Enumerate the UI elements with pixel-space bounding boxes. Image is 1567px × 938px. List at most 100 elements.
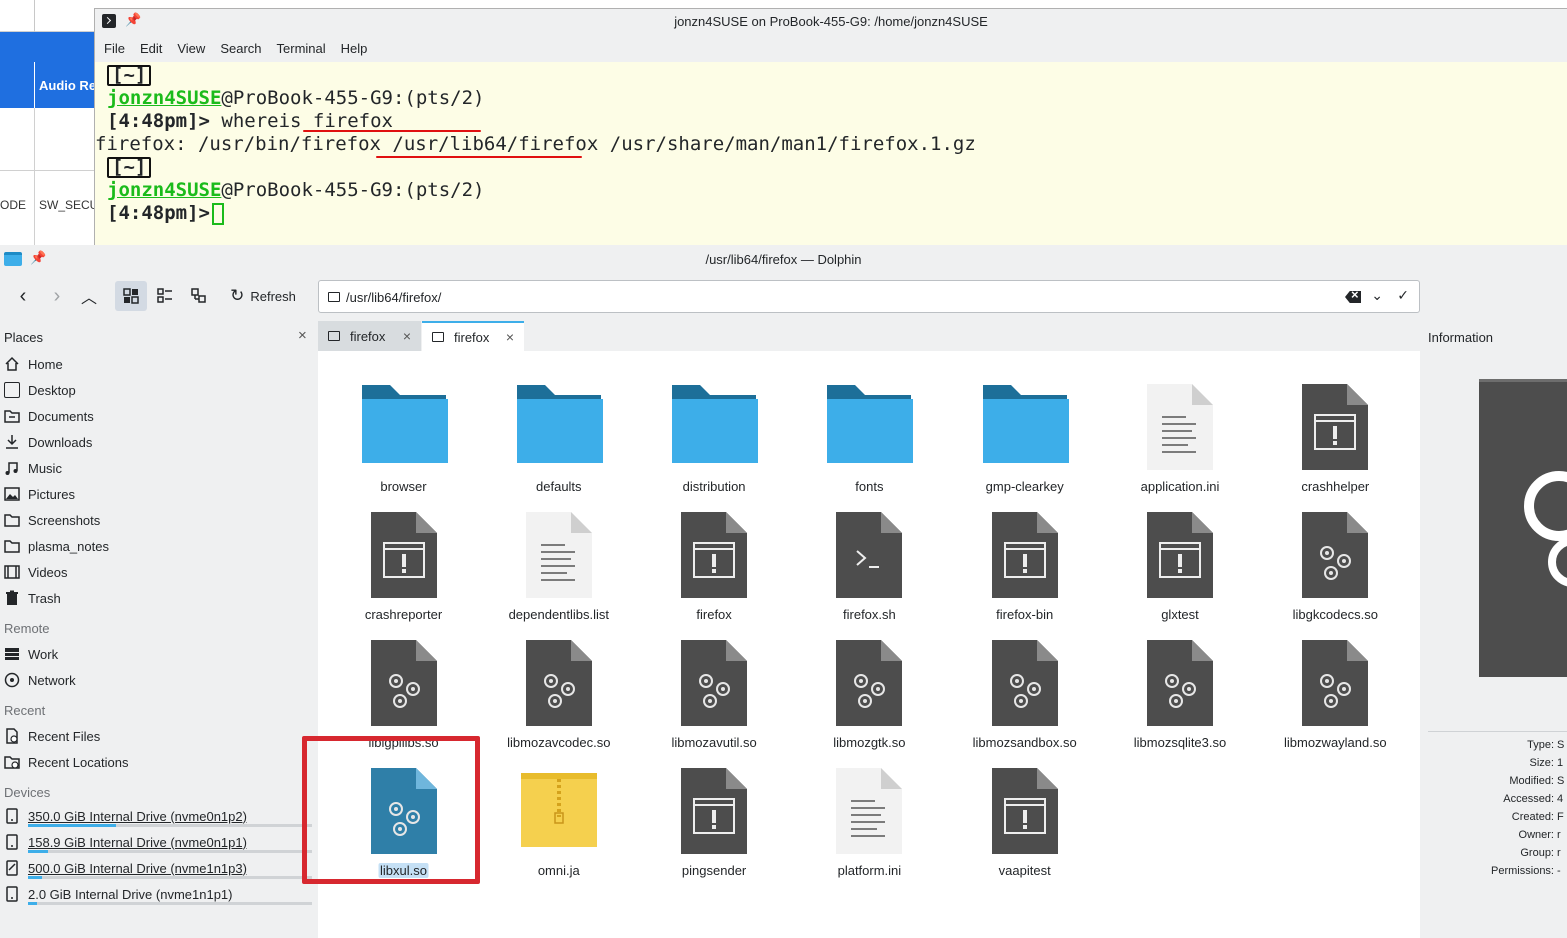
- places-item-plasma-notes[interactable]: plasma_notes: [4, 535, 109, 557]
- file-item-label: libmozsqlite3.so: [1133, 735, 1227, 750]
- recent-files-icon: [4, 728, 20, 744]
- file-item[interactable]: libmozavutil.so: [637, 623, 792, 751]
- info-field-value: 4: [1557, 793, 1564, 805]
- file-item[interactable]: libmozsandbox.so: [947, 623, 1102, 751]
- file-item[interactable]: platform.ini: [792, 751, 947, 879]
- places-item-pictures[interactable]: Pictures: [4, 483, 75, 505]
- terminal-window[interactable]: 📌 jonzn4SUSE on ProBook-455-G9: /home/jo…: [94, 8, 1567, 245]
- places-item-network[interactable]: Network: [4, 669, 76, 691]
- file-item[interactable]: dependentlibs.list: [481, 495, 636, 623]
- menu-view[interactable]: View: [177, 41, 205, 56]
- tab-firefox-2[interactable]: firefox ×: [422, 321, 524, 351]
- file-item-label: defaults: [536, 479, 582, 494]
- places-item-music[interactable]: Music: [4, 457, 62, 479]
- file-item[interactable]: defaults: [481, 367, 636, 495]
- file-item-label: vaapitest: [998, 863, 1051, 878]
- menu-edit[interactable]: Edit: [140, 41, 162, 56]
- library-icon: [525, 639, 593, 730]
- info-field-label: Group:: [1520, 847, 1554, 859]
- places-item-documents[interactable]: Documents: [4, 405, 94, 427]
- location-bar[interactable]: /usr/lib64/firefox/ ⌄ ✓: [318, 280, 1420, 313]
- close-tab-icon[interactable]: ×: [506, 329, 514, 345]
- refresh-label: Refresh: [250, 288, 296, 304]
- checkmark-icon[interactable]: ✓: [1397, 287, 1409, 304]
- dolphin-window[interactable]: 📌 /usr/lib64/firefox — Dolphin ‹ › ︿ ↻ R…: [0, 245, 1567, 938]
- prompt-user-2: jonzn4SUSE: [107, 179, 222, 201]
- file-item[interactable]: gmp-clearkey: [947, 367, 1102, 495]
- places-item-work[interactable]: Work: [4, 643, 58, 665]
- file-item[interactable]: firefox.sh: [792, 495, 947, 623]
- details-view-button[interactable]: [186, 281, 212, 311]
- archive-icon: [520, 767, 598, 854]
- file-item[interactable]: glxtest: [1103, 495, 1258, 623]
- library-icon: [1301, 511, 1369, 602]
- file-item[interactable]: firefox: [637, 495, 792, 623]
- terminal-titlebar[interactable]: 📌 jonzn4SUSE on ProBook-455-G9: /home/jo…: [95, 9, 1567, 35]
- prompt-time-2: [4:48pm]>: [107, 202, 210, 224]
- refresh-button[interactable]: ↻ Refresh: [226, 281, 300, 311]
- file-item[interactable]: libmozgtk.so: [792, 623, 947, 751]
- file-item[interactable]: crashhelper: [1258, 367, 1413, 495]
- places-item-desktop[interactable]: Desktop: [4, 379, 76, 401]
- file-item[interactable]: vaapitest: [947, 751, 1102, 879]
- tab-firefox-1[interactable]: firefox ×: [318, 321, 421, 351]
- annotation-underline-command: [303, 130, 481, 132]
- menu-terminal[interactable]: Terminal: [277, 41, 326, 56]
- menu-help[interactable]: Help: [341, 41, 368, 56]
- file-item[interactable]: libmozsqlite3.so: [1103, 623, 1258, 751]
- compact-view-button[interactable]: [152, 281, 178, 311]
- close-tab-icon[interactable]: ×: [403, 328, 411, 344]
- menu-file[interactable]: File: [104, 41, 125, 56]
- places-item-downloads[interactable]: Downloads: [4, 431, 92, 453]
- clear-icon[interactable]: [1345, 291, 1361, 303]
- terminal-menubar: File Edit View Search Terminal Help: [95, 35, 1567, 62]
- annotation-highlight-box: [302, 736, 480, 884]
- file-item[interactable]: pingsender: [637, 751, 792, 879]
- compact-view-icon: [157, 288, 172, 303]
- places-item-trash[interactable]: Trash: [4, 587, 61, 609]
- file-item-label: platform.ini: [837, 863, 902, 878]
- dolphin-title: /usr/lib64/firefox — Dolphin: [705, 252, 862, 267]
- file-item[interactable]: browser: [326, 367, 481, 495]
- icons-view-button[interactable]: [115, 281, 147, 311]
- file-item-label: libmozgtk.so: [833, 735, 906, 750]
- places-item-screenshots[interactable]: Screenshots: [4, 509, 100, 531]
- dolphin-toolbar: ‹ › ︿ ↻ Refresh /usr/lib64/firefox/ ⌄ ✓: [0, 273, 1567, 319]
- file-item-label: libmozavcodec.so: [507, 735, 611, 750]
- back-button[interactable]: ‹: [10, 281, 36, 311]
- file-item[interactable]: firefox-bin: [947, 495, 1102, 623]
- spreadsheet-rows: ODE SW_SECU: [0, 108, 98, 245]
- places-item-recent-locations[interactable]: Recent Locations: [4, 751, 128, 773]
- file-item[interactable]: libmozwayland.so: [1258, 623, 1413, 751]
- places-item-recent-files[interactable]: Recent Files: [4, 725, 100, 747]
- places-item-home[interactable]: Home: [4, 353, 63, 375]
- spreadsheet-cell-left: ODE: [0, 198, 27, 212]
- remote-section-title: Remote: [4, 621, 50, 636]
- file-item[interactable]: libgkcodecs.so: [1258, 495, 1413, 623]
- forward-button[interactable]: ›: [44, 281, 70, 311]
- close-icon[interactable]: ×: [298, 327, 307, 344]
- file-item[interactable]: distribution: [637, 367, 792, 495]
- location-path[interactable]: /usr/lib64/firefox/: [346, 290, 441, 305]
- file-item[interactable]: application.ini: [1103, 367, 1258, 495]
- up-button[interactable]: ︿: [76, 281, 102, 311]
- file-item[interactable]: omni.ja: [481, 751, 636, 879]
- dir-tag-2: [~]: [107, 157, 152, 178]
- command-output: firefox: /usr/bin/firefox /usr/lib64/fir…: [95, 133, 976, 155]
- file-item-label: libmozavutil.so: [671, 735, 757, 750]
- file-view[interactable]: browser defaults distribution fonts gmp-clea…: [318, 351, 1420, 938]
- menu-search[interactable]: Search: [220, 41, 261, 56]
- drive-icon: [4, 808, 20, 824]
- file-item[interactable]: fonts: [792, 367, 947, 495]
- prompt-host-2: @ProBook-455-G9:(pts/2): [221, 179, 485, 201]
- terminal-output[interactable]: [~] jonzn4SUSE@ProBook-455-G9:(pts/2) [4…: [95, 62, 1567, 225]
- chevron-down-icon[interactable]: ⌄: [1371, 287, 1383, 304]
- dolphin-titlebar[interactable]: 📌 /usr/lib64/firefox — Dolphin: [0, 245, 1567, 273]
- file-item[interactable]: crashreporter: [326, 495, 481, 623]
- places-item-videos[interactable]: Videos: [4, 561, 68, 583]
- file-item[interactable]: libmozavcodec.so: [481, 623, 636, 751]
- info-field-value: r: [1557, 847, 1561, 859]
- file-item[interactable]: liblgpllibs.so: [326, 623, 481, 751]
- folder-icon: [825, 381, 914, 468]
- executable-icon: [991, 767, 1059, 858]
